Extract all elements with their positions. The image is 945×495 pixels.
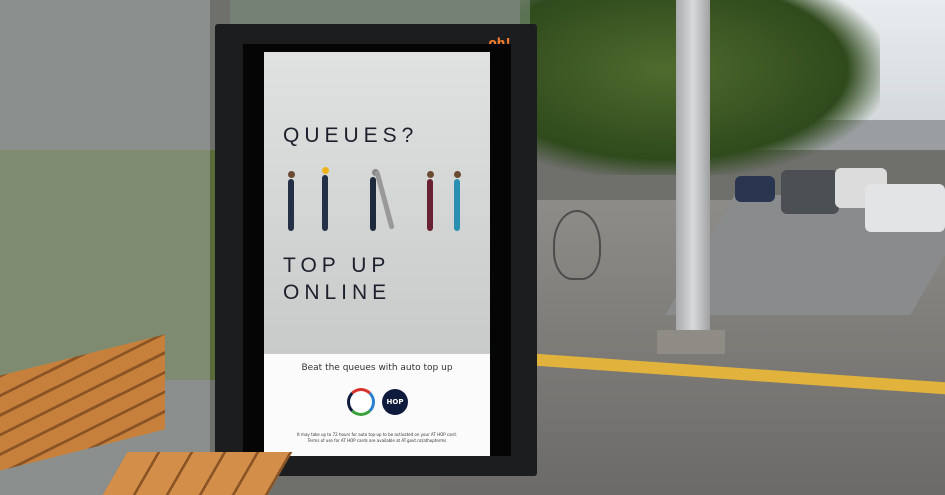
headline-queues: QUEUES? <box>283 124 419 147</box>
bicycle <box>553 210 601 280</box>
pole-base <box>657 330 725 354</box>
headline-online: ONLINE <box>283 281 392 304</box>
hop-logo: HOP <box>382 389 408 415</box>
fine-print-line-2: Terms of use for AT HOP cards are availa… <box>307 438 447 443</box>
bench-seat <box>102 452 293 495</box>
headline-top-up: TOP UP <box>283 254 391 277</box>
tagline: Beat the queues with auto top up <box>301 363 453 373</box>
queue-illustration <box>282 165 472 237</box>
traffic <box>705 168 945 232</box>
shelter-roof <box>230 0 530 26</box>
pole <box>676 0 710 340</box>
fine-print: It may take up to 72 hours for auto top-… <box>270 432 484 444</box>
at-logo <box>347 388 375 416</box>
